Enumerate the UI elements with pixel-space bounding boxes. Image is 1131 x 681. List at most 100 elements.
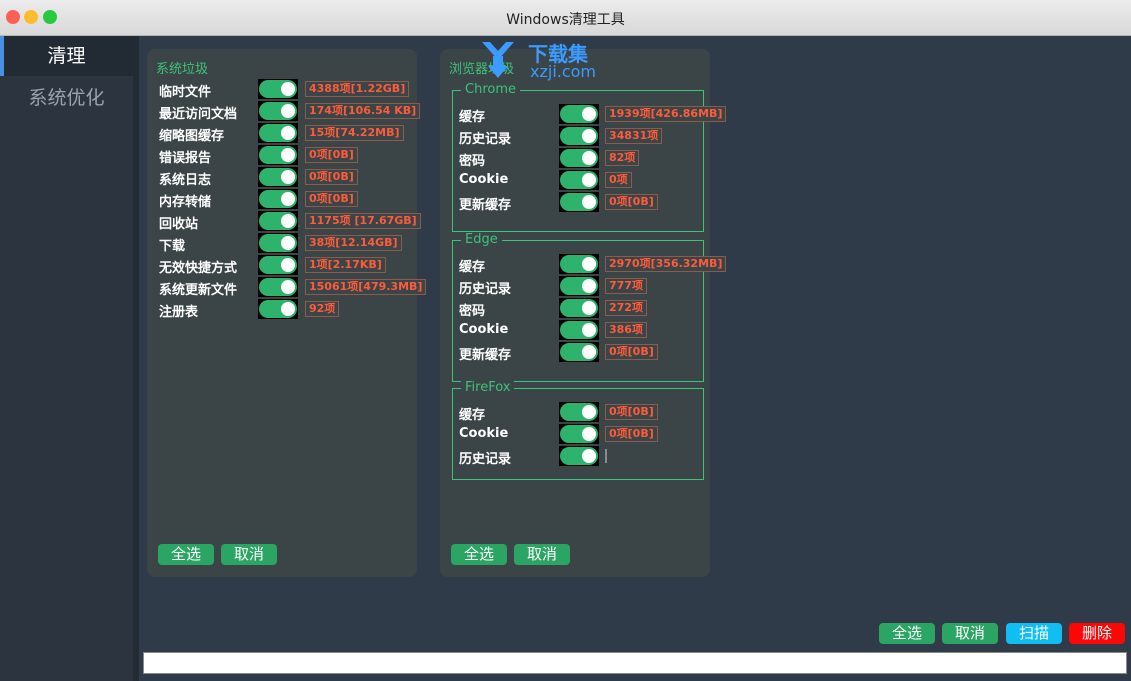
watermark-url: xzji.com	[530, 62, 597, 81]
system-item-toggle[interactable]	[258, 233, 298, 253]
system-junk-title: 系统垃圾	[156, 62, 209, 77]
browser-item-toggle[interactable]	[559, 192, 599, 212]
toggle-track	[259, 168, 297, 186]
browser-item-toggle[interactable]	[559, 276, 599, 296]
system-item-toggle[interactable]	[258, 79, 298, 99]
browser-item-label: 缓存	[459, 260, 486, 275]
toggle-knob	[281, 126, 295, 140]
sidebar: 清理 系统优化	[0, 36, 133, 681]
toggle-knob	[281, 82, 295, 96]
browser-group-title: Chrome	[461, 82, 520, 97]
system-select-all-button[interactable]: 全选	[158, 544, 214, 565]
sidebar-item-clean[interactable]: 清理	[0, 36, 133, 76]
toggle-track	[259, 102, 297, 120]
system-item-label: 回收站	[159, 217, 199, 232]
count-badge: 0项[0B]	[605, 194, 658, 210]
system-item-toggle[interactable]	[258, 255, 298, 275]
download-arrow-icon	[482, 42, 514, 78]
browser-item-toggle[interactable]	[559, 298, 599, 318]
delete-button[interactable]: 删除	[1069, 623, 1125, 644]
browser-item-toggle[interactable]	[559, 342, 599, 362]
system-item-toggle[interactable]	[258, 277, 298, 297]
toggle-track	[560, 255, 598, 273]
system-item-label: 注册表	[159, 305, 199, 320]
toggle-knob	[281, 104, 295, 118]
browser-item-toggle[interactable]	[559, 170, 599, 190]
system-item-label: 内存转储	[159, 195, 212, 210]
browser-item-toggle[interactable]	[559, 446, 599, 466]
watermark-logo: 下载集 xzji.com	[470, 38, 610, 82]
system-item-toggle[interactable]	[258, 101, 298, 121]
count-badge: 2970项[356.32MB]	[605, 256, 727, 272]
toggle-track	[560, 193, 598, 211]
toggle-track	[560, 299, 598, 317]
browser-cancel-button[interactable]: 取消	[514, 544, 570, 565]
toggle-knob	[281, 214, 295, 228]
browser-item-toggle[interactable]	[559, 254, 599, 274]
browser-item-label: Cookie	[459, 426, 509, 441]
system-item-toggle[interactable]	[258, 299, 298, 319]
toggle-knob	[582, 151, 596, 165]
toggle-knob	[582, 107, 596, 121]
toggle-knob	[582, 129, 596, 143]
count-badge: 272项	[605, 300, 647, 316]
toggle-track	[560, 149, 598, 167]
browser-item-label: 缓存	[459, 110, 486, 125]
system-item-toggle[interactable]	[258, 211, 298, 231]
window-title: Windows清理工具	[506, 12, 625, 28]
system-item-label: 系统更新文件	[159, 283, 238, 298]
system-cancel-button[interactable]: 取消	[221, 544, 277, 565]
toggle-track	[259, 146, 297, 164]
browser-item-toggle[interactable]	[559, 320, 599, 340]
toggle-knob	[281, 192, 295, 206]
count-badge: 0项	[605, 172, 632, 188]
toggle-track	[560, 447, 598, 465]
browser-junk-panel: 浏览器垃圾 Chrome 缓存 1939项[426.86MB] 历史记录 34831项密…	[440, 49, 727, 577]
browser-item-label: 历史记录	[459, 132, 512, 147]
toggle-knob	[582, 427, 596, 441]
scan-button[interactable]: 扫描	[1006, 623, 1062, 644]
toggle-track	[560, 171, 598, 189]
global-cancel-button[interactable]: 取消	[942, 623, 998, 644]
toggle-track	[560, 127, 598, 145]
browser-item-toggle[interactable]	[559, 126, 599, 146]
system-item-toggle[interactable]	[258, 167, 298, 187]
count-badge: 92项	[305, 301, 340, 317]
toggle-knob	[582, 405, 596, 419]
system-item-toggle[interactable]	[258, 189, 298, 209]
count-badge: 174项[106.54 KB]	[305, 103, 421, 119]
browser-item-label: 更新缓存	[459, 198, 512, 213]
toggle-track	[560, 403, 598, 421]
browser-select-all-button[interactable]: 全选	[451, 544, 507, 565]
count-badge: 386项	[605, 322, 647, 338]
sidebar-divider	[133, 36, 139, 681]
toggle-track	[560, 343, 598, 361]
browser-item-toggle[interactable]	[559, 148, 599, 168]
system-item-toggle[interactable]	[258, 145, 298, 165]
browser-item-toggle[interactable]	[559, 424, 599, 444]
toggle-track	[259, 124, 297, 142]
toggle-knob	[582, 279, 596, 293]
toggle-track	[560, 321, 598, 339]
system-item-label: 最近访问文档	[159, 107, 238, 122]
sidebar-item-optimize[interactable]: 系统优化	[0, 78, 133, 118]
toggle-knob	[281, 236, 295, 250]
count-badge: 1175项 [17.67GB]	[305, 213, 421, 229]
count-badge: 4388项[1.22GB]	[305, 81, 410, 97]
count-badge: 0项[0B]	[605, 404, 658, 420]
toggle-track	[259, 300, 297, 318]
count-badge: 1939项[426.86MB]	[605, 106, 727, 122]
browser-item-label: 历史记录	[459, 452, 512, 467]
browser-item-toggle[interactable]	[559, 104, 599, 124]
system-item-toggle[interactable]	[258, 123, 298, 143]
toggle-track	[259, 278, 297, 296]
status-bar	[143, 652, 1127, 674]
browser-item-toggle[interactable]	[559, 402, 599, 422]
toggle-track	[259, 234, 297, 252]
system-junk-panel: 系统垃圾 临时文件 4388项[1.22GB] 最近访问文档 174项[106.54 …	[147, 49, 427, 577]
system-item-label: 临时文件	[159, 85, 212, 100]
toggle-track	[259, 80, 297, 98]
global-select-all-button[interactable]: 全选	[879, 623, 935, 644]
system-item-label: 错误报告	[159, 151, 212, 166]
toggle-knob	[281, 280, 295, 294]
